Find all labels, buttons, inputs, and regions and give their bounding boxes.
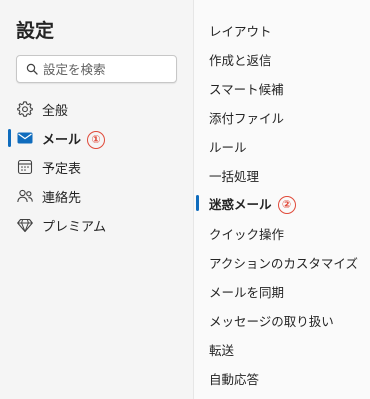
nav-label: プレミアム [42, 220, 107, 235]
subnav-item-automatic-replies[interactable]: 自動応答 [194, 365, 370, 391]
subnav-item-attachments[interactable]: 添付ファイル [194, 104, 370, 130]
selected-indicator [8, 129, 11, 147]
subnav-item-customize-actions[interactable]: アクションのカスタマイズ [194, 249, 370, 275]
subnav-label: メールを同期 [209, 285, 285, 300]
subnav-item-message-handling[interactable]: メッセージの取り扱い [194, 307, 370, 333]
subnav-label: 迷惑メール ② [209, 194, 296, 215]
subnav-item-layout[interactable]: レイアウト [194, 17, 370, 43]
subnav-item-junk-email[interactable]: 迷惑メール ② [194, 190, 370, 216]
subnav-label-text: 迷惑メール [209, 197, 272, 212]
selected-indicator [196, 195, 199, 211]
subnav-item-compose-reply[interactable]: 作成と返信 [194, 46, 370, 72]
subnav-item-forwarding[interactable]: 転送 [194, 336, 370, 362]
subnav-label: クイック操作 [209, 227, 285, 242]
page-title: 設定 [16, 20, 55, 42]
nav-item-mail[interactable]: メール ① [0, 125, 193, 151]
diamond-icon [17, 218, 33, 233]
nav-item-contacts[interactable]: 連絡先 [0, 183, 193, 209]
subnav-item-sweep[interactable]: 一括処理 [194, 162, 370, 188]
subnav-label: スマート候補 [209, 82, 284, 97]
subnav-label: レイアウト [209, 24, 272, 39]
nav-label: 連絡先 [42, 191, 82, 206]
subnav-label: アクションのカスタマイズ [209, 256, 359, 271]
nav-item-general[interactable]: 全般 [0, 96, 193, 122]
mail-icon [17, 132, 33, 144]
annotation-badge: ① [87, 130, 106, 149]
subnav-item-sync-email[interactable]: メールを同期 [194, 278, 370, 304]
subnav-item-rules[interactable]: ルール [194, 133, 370, 159]
subnav-label: 転送 [209, 343, 235, 358]
search-box[interactable] [16, 55, 177, 83]
subnav-label: 自動応答 [209, 372, 260, 387]
nav-label: 全般 [42, 104, 69, 119]
subnav-label: メッセージの取り扱い [209, 314, 334, 329]
annotation-badge: ② [277, 195, 296, 214]
subnav-label: 添付ファイル [209, 111, 285, 126]
gear-icon [17, 101, 33, 117]
nav-label-text: メール [42, 133, 82, 148]
people-icon [17, 189, 33, 203]
subnav-item-smart-suggestions[interactable]: スマート候補 [194, 75, 370, 101]
nav-item-calendar[interactable]: 予定表 [0, 154, 193, 180]
subnav-label: 作成と返信 [209, 53, 272, 68]
nav-item-premium[interactable]: プレミアム [0, 212, 193, 238]
subnav-label: 一括処理 [209, 169, 260, 184]
search-icon [26, 63, 38, 75]
subnav-label: ルール [209, 140, 247, 155]
subnav-item-quick-actions[interactable]: クイック操作 [194, 220, 370, 246]
calendar-icon [17, 159, 33, 175]
search-input[interactable] [43, 60, 173, 78]
nav-label: メール ① [42, 129, 106, 150]
nav-label: 予定表 [42, 162, 82, 177]
